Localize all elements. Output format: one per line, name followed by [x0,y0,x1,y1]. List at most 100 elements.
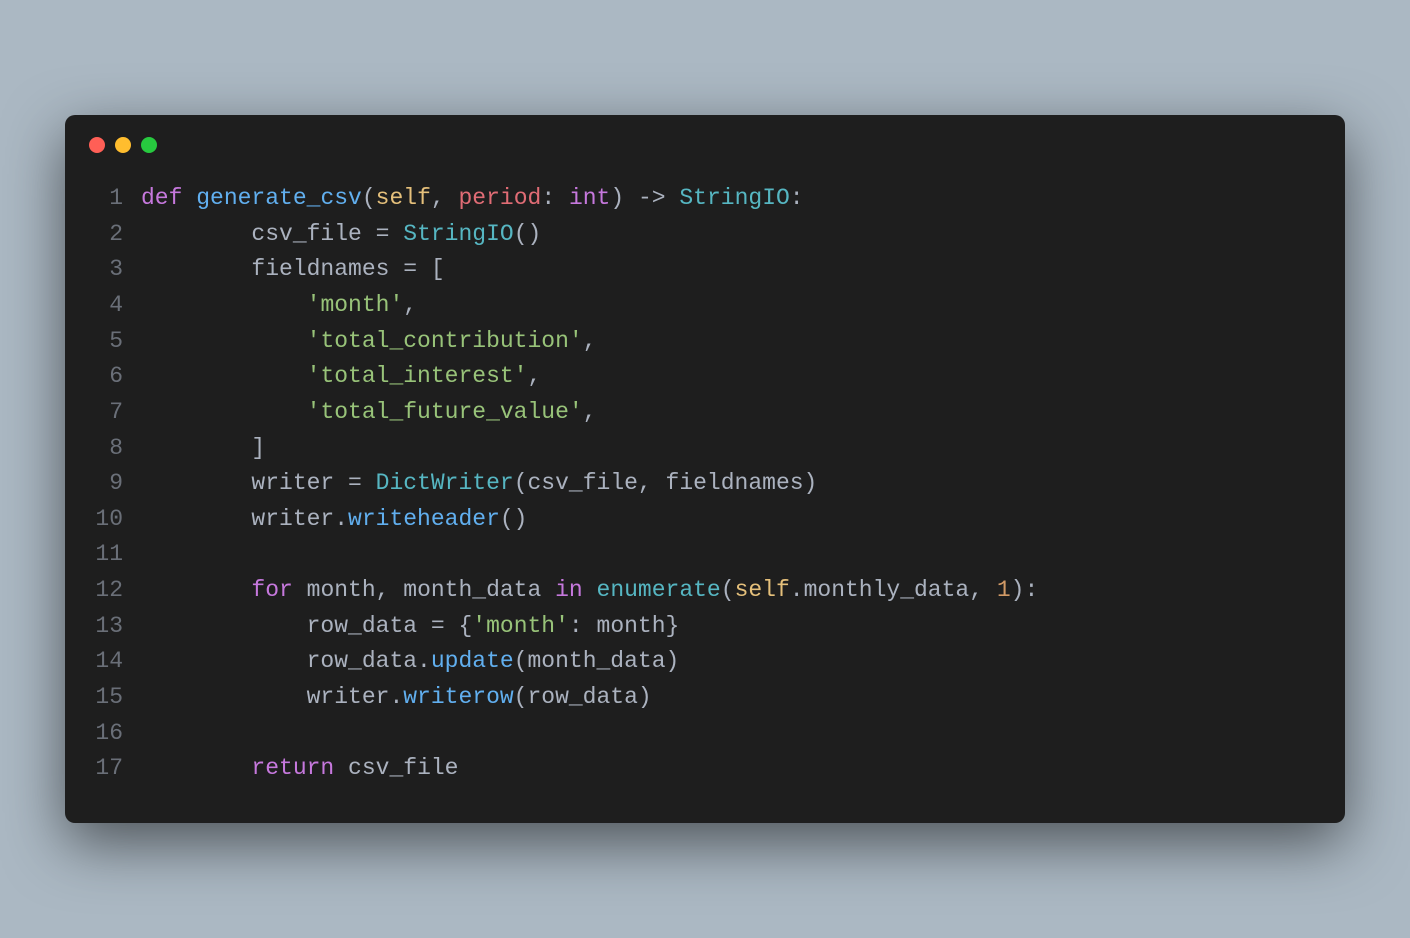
code-token [141,292,307,318]
line-number: 3 [93,252,141,288]
code-token: : month} [569,613,679,639]
code-content[interactable]: def generate_csv(self, period: int) -> S… [141,181,1317,217]
code-content[interactable]: ] [141,431,1317,467]
code-content[interactable]: csv_file = StringIO() [141,217,1317,253]
line-number: 7 [93,395,141,431]
code-token: .monthly_data, [790,577,997,603]
code-token: int [569,185,610,211]
code-token: () [500,506,528,532]
code-line[interactable]: 17 return csv_file [93,751,1317,787]
code-token: writer [141,470,348,496]
line-number: 12 [93,573,141,609]
code-line[interactable]: 15 writer.writerow(row_data) [93,680,1317,716]
code-token: , [431,185,459,211]
code-content[interactable]: 'total_interest', [141,359,1317,395]
code-token: ) -> [610,185,679,211]
code-token: : [790,185,804,211]
code-content[interactable]: writer = DictWriter(csv_file, fieldnames… [141,466,1317,502]
code-line[interactable]: 10 writer.writeheader() [93,502,1317,538]
line-number: 8 [93,431,141,467]
code-line[interactable]: 12 for month, month_data in enumerate(se… [93,573,1317,609]
code-token: update [431,648,514,674]
code-line[interactable]: 13 row_data = {'month': month} [93,609,1317,645]
code-line[interactable]: 7 'total_future_value', [93,395,1317,431]
code-token: writerow [403,684,513,710]
code-line[interactable]: 1def generate_csv(self, period: int) -> … [93,181,1317,217]
code-content[interactable]: writer.writeheader() [141,502,1317,538]
code-token: 'month' [472,613,569,639]
code-token: ( [362,185,376,211]
code-line[interactable]: 5 'total_contribution', [93,324,1317,360]
code-token: = [431,613,445,639]
code-line[interactable]: 4 'month', [93,288,1317,324]
code-token: , [583,328,597,354]
code-content[interactable]: 'total_contribution', [141,324,1317,360]
line-number: 1 [93,181,141,217]
code-token: StringIO [679,185,789,211]
code-token: enumerate [597,577,721,603]
code-token: (month_data) [514,648,680,674]
code-content[interactable]: fieldnames = [ [141,252,1317,288]
code-token: () [514,221,542,247]
code-token [141,755,251,781]
code-token [141,363,307,389]
code-token: self [735,577,790,603]
code-token: writer. [141,684,403,710]
code-content[interactable]: return csv_file [141,751,1317,787]
close-icon[interactable] [89,137,105,153]
code-token: for [251,577,292,603]
code-token: in [555,577,583,603]
line-number: 9 [93,466,141,502]
code-content[interactable] [141,716,1317,752]
code-token: writeheader [348,506,500,532]
code-token: = [403,256,417,282]
code-token: self [376,185,431,211]
code-token: , [583,399,597,425]
line-number: 4 [93,288,141,324]
code-line[interactable]: 3 fieldnames = [ [93,252,1317,288]
code-token [141,399,307,425]
code-token: (csv_file, fieldnames) [514,470,818,496]
code-token: [ [417,256,445,282]
line-number: 15 [93,680,141,716]
code-token: generate_csv [196,185,362,211]
code-content[interactable]: writer.writerow(row_data) [141,680,1317,716]
code-token: : [541,185,569,211]
code-token: , [527,363,541,389]
code-line[interactable]: 2 csv_file = StringIO() [93,217,1317,253]
code-line[interactable]: 11 [93,537,1317,573]
line-number: 10 [93,502,141,538]
code-token [583,577,597,603]
code-token: row_data [141,613,431,639]
code-token: 'month' [307,292,404,318]
code-token: DictWriter [376,470,514,496]
code-token: ): [1011,577,1039,603]
code-line[interactable]: 14 row_data.update(month_data) [93,644,1317,680]
code-token: = [348,470,362,496]
minimize-icon[interactable] [115,137,131,153]
code-token: row_data. [141,648,431,674]
line-number: 6 [93,359,141,395]
line-number: 2 [93,217,141,253]
code-token: 1 [997,577,1011,603]
code-content[interactable]: 'total_future_value', [141,395,1317,431]
code-content[interactable]: 'month', [141,288,1317,324]
code-content[interactable]: row_data = {'month': month} [141,609,1317,645]
code-token: , [403,292,417,318]
code-line[interactable]: 16 [93,716,1317,752]
code-line[interactable]: 9 writer = DictWriter(csv_file, fieldnam… [93,466,1317,502]
line-number: 16 [93,716,141,752]
code-content[interactable]: row_data.update(month_data) [141,644,1317,680]
code-line[interactable]: 6 'total_interest', [93,359,1317,395]
line-number: 14 [93,644,141,680]
code-token: period [459,185,542,211]
code-token: writer. [141,506,348,532]
line-number: 17 [93,751,141,787]
zoom-icon[interactable] [141,137,157,153]
code-content[interactable]: for month, month_data in enumerate(self.… [141,573,1317,609]
code-content[interactable] [141,537,1317,573]
code-token: ] [141,435,265,461]
code-line[interactable]: 8 ] [93,431,1317,467]
code-editor[interactable]: 1def generate_csv(self, period: int) -> … [65,163,1345,823]
titlebar [65,115,1345,163]
